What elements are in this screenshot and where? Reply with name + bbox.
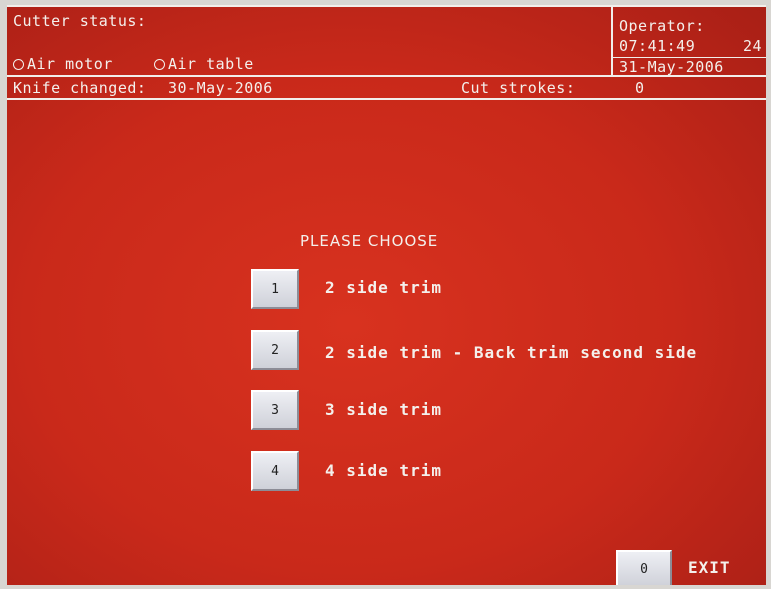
option-2-key: 2 bbox=[271, 342, 279, 358]
cut-strokes-value: 0 bbox=[635, 79, 645, 97]
cutter-screen: Cutter status: Air motor Air table Opera… bbox=[7, 5, 766, 585]
exit-key: 0 bbox=[640, 561, 648, 577]
option-2-label: 2 side trim - Back trim second side bbox=[325, 343, 698, 362]
option-4-label: 4 side trim bbox=[325, 461, 442, 480]
option-1-key: 1 bbox=[271, 281, 279, 297]
cutter-status-label: Cutter status: bbox=[13, 12, 147, 30]
option-1-label: 2 side trim bbox=[325, 278, 442, 297]
option-3-label: 3 side trim bbox=[325, 400, 442, 419]
knife-changed-date: 30-May-2006 bbox=[168, 79, 273, 97]
option-4-key: 4 bbox=[271, 463, 279, 479]
clock-time: 07:41:49 bbox=[619, 37, 696, 55]
air-table-label: Air table bbox=[168, 55, 254, 73]
air-motor-indicator bbox=[13, 59, 24, 70]
knife-changed-label: Knife changed: bbox=[13, 79, 147, 97]
status-bar-divider bbox=[7, 98, 766, 100]
exit-button[interactable]: 0 bbox=[616, 550, 672, 585]
air-motor-label: Air motor bbox=[27, 55, 113, 73]
header-vertical-divider bbox=[611, 5, 613, 75]
option-3-key: 3 bbox=[271, 402, 279, 418]
clock-time-suffix: 24 bbox=[743, 37, 763, 55]
option-3-button[interactable]: 3 bbox=[251, 390, 299, 430]
header-top-divider bbox=[7, 5, 766, 7]
current-date: 31-May-2006 bbox=[619, 58, 724, 76]
cut-strokes-label: Cut strokes: bbox=[461, 79, 576, 97]
option-4-button[interactable]: 4 bbox=[251, 451, 299, 491]
option-2-button[interactable]: 2 bbox=[251, 330, 299, 370]
exit-label: EXIT bbox=[688, 558, 731, 577]
option-1-button[interactable]: 1 bbox=[251, 269, 299, 309]
menu-heading: PLEASE CHOOSE bbox=[300, 232, 439, 250]
operator-label: Operator: bbox=[619, 17, 705, 35]
air-table-indicator bbox=[154, 59, 165, 70]
